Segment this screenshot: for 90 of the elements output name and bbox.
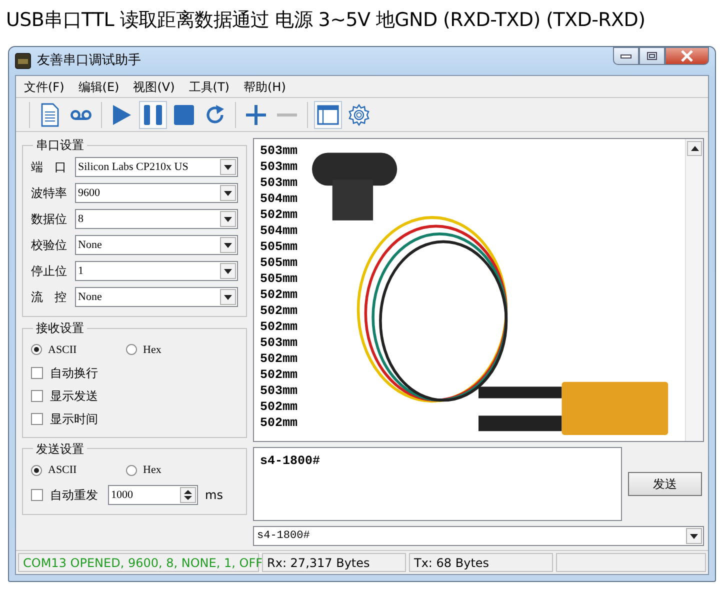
received-line: 502mm bbox=[260, 367, 298, 383]
close-button[interactable] bbox=[665, 47, 709, 65]
radio-option[interactable]: Hex bbox=[126, 462, 221, 478]
radio-label: Hex bbox=[143, 462, 162, 478]
received-line: 502mm bbox=[260, 351, 298, 367]
checkbox-label: 自动重发 bbox=[50, 487, 98, 504]
group-title: 接收设置 bbox=[35, 321, 85, 336]
dropdown[interactable]: Silicon Labs CP210x US bbox=[75, 157, 238, 178]
dropdown[interactable]: 8 bbox=[75, 209, 238, 230]
history-dropdown[interactable]: s4-1800# bbox=[253, 526, 704, 546]
settings-icon bbox=[347, 102, 371, 126]
field-label: 端 口 bbox=[31, 159, 68, 176]
radio-button[interactable] bbox=[31, 464, 42, 476]
received-line: 505mm bbox=[260, 271, 298, 287]
radio-option[interactable]: ASCII bbox=[31, 342, 126, 358]
toolbar-button[interactable] bbox=[314, 100, 342, 128]
radio-button[interactable] bbox=[126, 464, 137, 476]
received-line: 503mm bbox=[260, 335, 298, 351]
menu-item[interactable]: 帮助(H) bbox=[244, 78, 286, 96]
received-line: 504mm bbox=[260, 191, 298, 207]
received-line: 503mm bbox=[260, 143, 298, 159]
dropdown[interactable]: 9600 bbox=[75, 183, 238, 204]
received-line: 503mm bbox=[260, 175, 298, 191]
received-line: 503mm bbox=[260, 159, 298, 175]
field-label: 流 控 bbox=[31, 289, 68, 306]
menu-item[interactable]: 文件(F) bbox=[24, 78, 64, 96]
refresh-icon bbox=[204, 104, 226, 126]
close-icon bbox=[680, 50, 694, 62]
checkbox-label: 显示时间 bbox=[50, 411, 98, 428]
received-line: 502mm bbox=[260, 319, 298, 335]
received-line: 503mm bbox=[260, 383, 298, 399]
scrollbar[interactable] bbox=[685, 139, 703, 441]
window-title: 友善串口调试助手 bbox=[37, 52, 141, 70]
radio-label: ASCII bbox=[48, 462, 77, 478]
radio-label: Hex bbox=[143, 342, 162, 358]
group-title: 发送设置 bbox=[35, 442, 85, 456]
checkbox-label: 显示发送 bbox=[50, 388, 98, 406]
field-label: 停止位 bbox=[31, 263, 68, 280]
document-icon bbox=[40, 102, 60, 126]
radio-option[interactable]: Hex bbox=[126, 342, 221, 358]
menu-item[interactable]: 编辑(E) bbox=[78, 78, 120, 96]
page-heading: USB串口TTL 读取距离数据通过 电源 3~5V 地GND (RXD-TXD) (TXD-RXD) bbox=[5, 8, 646, 33]
received-line: 502mm bbox=[260, 399, 298, 415]
send-button[interactable]: 发送 bbox=[628, 472, 702, 496]
send-text-area[interactable]: s4-1800# bbox=[253, 447, 622, 521]
radio-option[interactable]: ASCII bbox=[31, 462, 126, 478]
checkbox[interactable] bbox=[31, 489, 43, 502]
stop-icon bbox=[173, 104, 195, 126]
field-label: 波特率 bbox=[31, 185, 68, 202]
received-line: 505mm bbox=[260, 239, 298, 255]
unit-label: ms bbox=[205, 487, 223, 504]
minimize-button[interactable] bbox=[613, 47, 639, 65]
maximize-button[interactable] bbox=[639, 47, 665, 65]
checkbox[interactable] bbox=[31, 367, 43, 380]
radio-button[interactable] bbox=[31, 344, 42, 356]
checkbox[interactable] bbox=[31, 390, 43, 402]
received-line: 502mm bbox=[260, 207, 298, 223]
window-icon bbox=[317, 104, 339, 124]
dropdown[interactable]: None bbox=[75, 235, 238, 256]
menu-item[interactable]: 视图(V) bbox=[133, 78, 175, 96]
pause-icon bbox=[143, 104, 163, 126]
status-text: Rx: 27,317 Bytes bbox=[262, 553, 406, 572]
play-icon bbox=[112, 104, 132, 126]
spin-arrows-icon bbox=[180, 487, 196, 504]
received-line: 505mm bbox=[260, 255, 298, 271]
received-line: 502mm bbox=[260, 415, 298, 431]
cassette-icon bbox=[70, 108, 92, 120]
minimize-icon bbox=[620, 53, 632, 59]
dropdown[interactable]: None bbox=[75, 287, 238, 308]
interval-spinbox[interactable]: 1000 bbox=[108, 485, 198, 506]
status-text: Tx: 68 Bytes bbox=[409, 553, 553, 572]
field-label: 校验位 bbox=[31, 237, 68, 254]
received-line: 502mm bbox=[260, 303, 298, 319]
receive-text-area[interactable]: 503mm 503mm 503mm 504mm 502mm 504mm 505mm 505mm 505mm 502mm 502mm 502mm 503mm 502mm 502mm 503mm 502mm 502mm bbox=[253, 138, 704, 442]
field-label: 数据位 bbox=[31, 211, 68, 228]
toolbar-button[interactable] bbox=[139, 100, 167, 128]
app-icon bbox=[15, 53, 31, 69]
minus-icon bbox=[276, 112, 298, 116]
plus-icon bbox=[245, 104, 267, 126]
radio-button[interactable] bbox=[126, 344, 137, 356]
dropdown[interactable]: 1 bbox=[75, 261, 238, 282]
received-line: 504mm bbox=[260, 223, 298, 239]
menu-item[interactable]: 工具(T) bbox=[188, 78, 230, 96]
checkbox-label: 自动换行 bbox=[50, 365, 98, 382]
received-line: 502mm bbox=[260, 287, 298, 303]
group-title: 串口设置 bbox=[35, 138, 85, 152]
checkbox[interactable] bbox=[31, 413, 43, 426]
scroll-up-icon bbox=[687, 141, 702, 156]
radio-label: ASCII bbox=[48, 342, 77, 358]
maximize-icon bbox=[646, 51, 658, 61]
